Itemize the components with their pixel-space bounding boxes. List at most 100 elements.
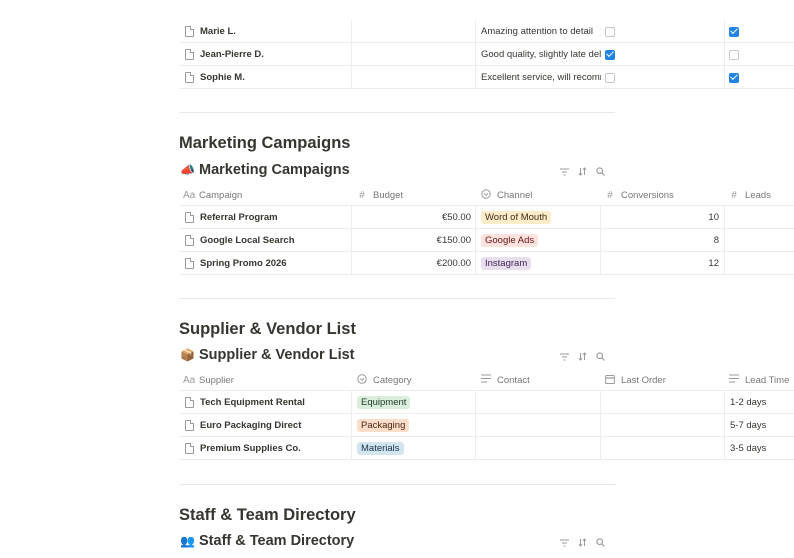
checkbox-checked[interactable] <box>729 26 739 37</box>
channel-cell[interactable]: Google Ads <box>481 229 597 252</box>
lead-time-cell[interactable]: 1-2 days <box>730 391 794 414</box>
column-header-lead-time[interactable]: Lead Time <box>729 369 794 391</box>
reviewer-name: Jean-Pierre D. <box>200 49 264 60</box>
divider <box>179 484 615 485</box>
number-property-icon: # <box>359 189 365 201</box>
database-toolbar <box>559 537 606 548</box>
feedback-cell[interactable]: Excellent service, will recommend <box>481 66 601 89</box>
select-property-icon <box>481 188 491 202</box>
channel-cell[interactable]: Instagram <box>481 252 597 275</box>
table-header-marketing: Aa Campaign # Budget Channel # Conversions … <box>179 184 794 206</box>
table-row[interactable]: Euro Packaging Direct Packaging 5-7 days <box>179 414 794 437</box>
section-heading-staff: Staff & Team Directory <box>179 506 356 524</box>
filter-icon[interactable] <box>559 166 570 177</box>
reviewer-name: Sophie M. <box>200 72 245 83</box>
column-header-category[interactable]: Category <box>357 369 467 391</box>
column-header-budget[interactable]: # Budget <box>357 184 467 206</box>
supplier-name: Premium Supplies Co. <box>200 443 301 454</box>
number-property-icon: # <box>607 189 613 201</box>
campaign-name: Google Local Search <box>200 235 295 246</box>
supplier-name: Tech Equipment Rental <box>200 397 305 408</box>
channel-cell[interactable]: Word of Mouth <box>481 206 597 229</box>
channel-tag: Instagram <box>481 257 532 270</box>
people-icon: 👥 <box>180 534 195 548</box>
page-icon <box>185 443 194 454</box>
reviewer-name: Marie L. <box>200 26 236 37</box>
category-cell[interactable]: Packaging <box>357 414 471 437</box>
checkbox[interactable] <box>605 72 615 83</box>
sort-icon[interactable] <box>577 166 588 177</box>
conversions-cell[interactable]: 10 <box>605 206 719 229</box>
checkbox[interactable] <box>605 26 615 37</box>
table-row[interactable]: Google Local Search €150.00 Google Ads 8 <box>179 229 794 252</box>
category-cell[interactable]: Equipment <box>357 391 471 414</box>
channel-tag: Google Ads <box>481 234 539 247</box>
database-title-supplier[interactable]: 📦 Supplier & Vendor List <box>180 347 355 363</box>
category-tag: Packaging <box>357 419 410 432</box>
category-tag: Materials <box>357 442 404 455</box>
filter-icon[interactable] <box>559 537 570 548</box>
checkbox-checked[interactable] <box>605 49 615 60</box>
column-header-last-order[interactable]: Last Order <box>605 369 715 391</box>
divider <box>179 112 615 113</box>
number-property-icon: # <box>731 189 737 201</box>
table-row[interactable]: Jean-Pierre D. Good quality, slightly la… <box>179 43 794 66</box>
campaign-name: Referral Program <box>200 212 278 223</box>
text-lines-icon <box>729 374 739 386</box>
database-toolbar <box>559 351 606 362</box>
column-header-supplier[interactable]: Aa Supplier <box>183 369 343 391</box>
table-row[interactable]: Tech Equipment Rental Equipment 1-2 days <box>179 391 794 414</box>
column-header-contact[interactable]: Contact <box>481 369 591 391</box>
channel-tag: Word of Mouth <box>481 211 552 224</box>
category-tag: Equipment <box>357 396 411 409</box>
calendar-icon <box>605 374 615 387</box>
budget-cell[interactable]: €50.00 <box>355 206 471 229</box>
lead-time-cell[interactable]: 5-7 days <box>730 414 794 437</box>
table-row[interactable]: Sophie M. Excellent service, will recomm… <box>179 66 794 89</box>
database-title-staff[interactable]: 👥 Staff & Team Directory <box>180 533 354 549</box>
column-header-leads[interactable]: # Leads <box>729 184 794 206</box>
page-icon <box>185 72 194 83</box>
column-header-channel[interactable]: Channel <box>481 184 591 206</box>
divider <box>179 298 615 299</box>
page-icon <box>185 258 194 269</box>
search-icon[interactable] <box>595 537 606 548</box>
database-title-text: Marketing Campaigns <box>199 162 350 178</box>
section-heading-marketing: Marketing Campaigns <box>179 134 351 152</box>
page-icon <box>185 397 194 408</box>
supplier-name: Euro Packaging Direct <box>200 420 302 431</box>
megaphone-icon: 📣 <box>180 163 195 177</box>
lead-time-cell[interactable]: 3-5 days <box>730 437 794 460</box>
section-heading-supplier: Supplier & Vendor List <box>179 320 356 338</box>
search-icon[interactable] <box>595 166 606 177</box>
campaign-name: Spring Promo 2026 <box>200 258 287 269</box>
table-row[interactable]: Premium Supplies Co. Materials 3-5 days <box>179 437 794 460</box>
feedback-cell[interactable]: Amazing attention to detail <box>481 20 601 43</box>
checkbox[interactable] <box>729 49 739 60</box>
conversions-cell[interactable]: 8 <box>605 229 719 252</box>
database-title-text: Supplier & Vendor List <box>199 347 355 363</box>
select-property-icon <box>357 373 367 387</box>
sort-icon[interactable] <box>577 351 588 362</box>
table-row[interactable]: Marie L. Amazing attention to detail <box>179 20 794 43</box>
package-icon: 📦 <box>180 348 195 362</box>
page-icon <box>185 26 194 37</box>
column-header-campaign[interactable]: Aa Campaign <box>183 184 343 206</box>
budget-cell[interactable]: €200.00 <box>355 252 471 275</box>
budget-cell[interactable]: €150.00 <box>355 229 471 252</box>
database-title-marketing[interactable]: 📣 Marketing Campaigns <box>180 162 350 178</box>
sort-icon[interactable] <box>577 537 588 548</box>
text-property-icon: Aa <box>183 374 196 386</box>
table-row[interactable]: Referral Program €50.00 Word of Mouth 10 <box>179 206 794 229</box>
column-header-conversions[interactable]: # Conversions <box>605 184 715 206</box>
filter-icon[interactable] <box>559 351 570 362</box>
search-icon[interactable] <box>595 351 606 362</box>
page-icon <box>185 49 194 60</box>
database-toolbar <box>559 166 606 177</box>
checkbox-checked[interactable] <box>729 72 739 83</box>
table-row[interactable]: Spring Promo 2026 €200.00 Instagram 12 <box>179 252 794 275</box>
conversions-cell[interactable]: 12 <box>605 252 719 275</box>
text-property-icon: Aa <box>183 189 196 201</box>
category-cell[interactable]: Materials <box>357 437 471 460</box>
feedback-cell[interactable]: Good quality, slightly late delivery <box>481 43 601 66</box>
